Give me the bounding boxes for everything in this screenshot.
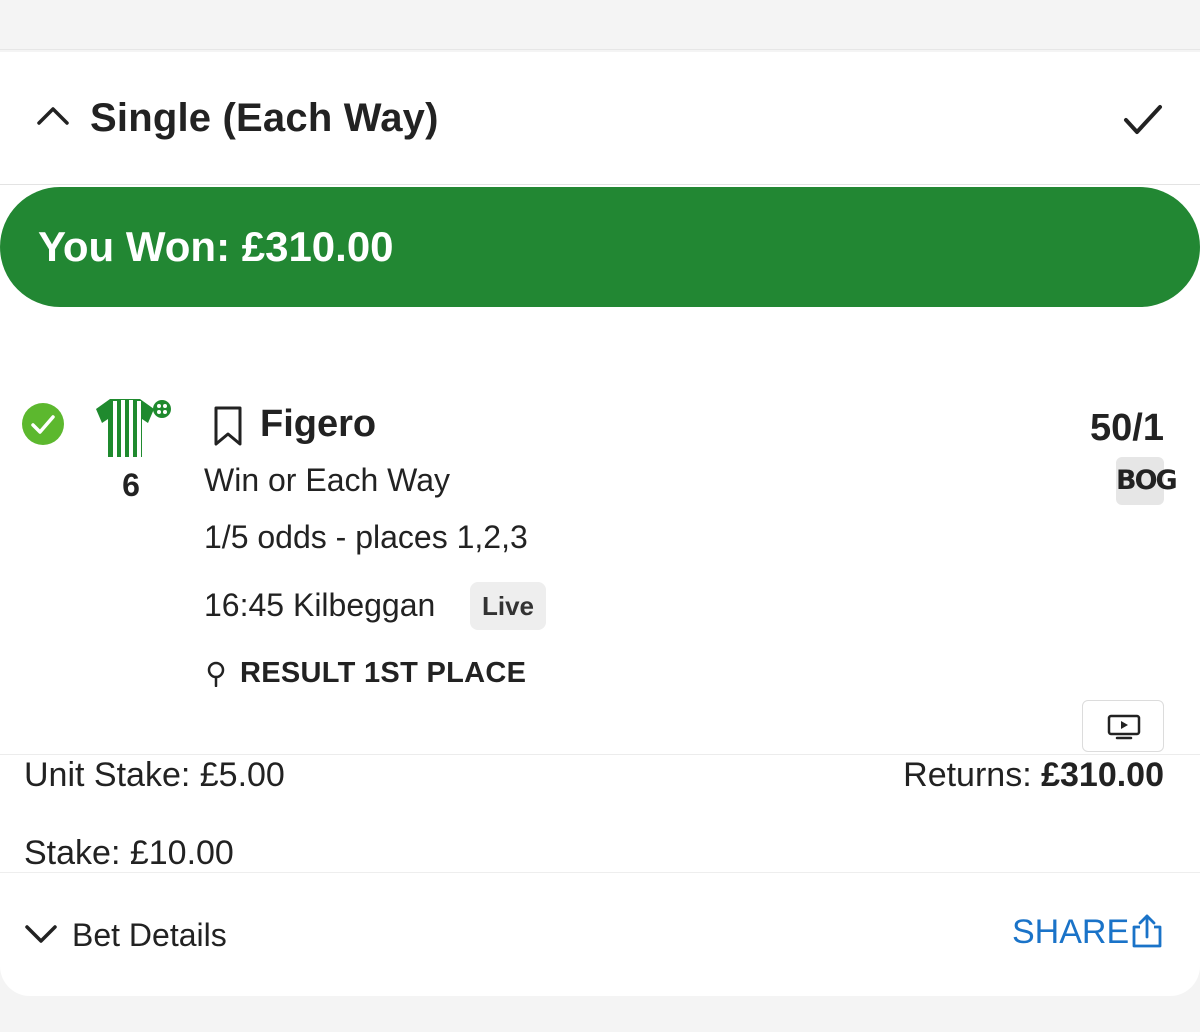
race-info: 16:45 Kilbeggan	[204, 587, 436, 623]
bet-type-title: Single (Each Way)	[90, 96, 439, 140]
horse-name: Figero	[260, 403, 377, 445]
tv-play-icon	[1107, 714, 1141, 740]
result-text: RESULT 1ST PLACE	[240, 657, 527, 689]
chevron-down-icon[interactable]	[24, 923, 58, 945]
runner-number: 6	[122, 467, 140, 503]
check-circle-icon	[22, 403, 64, 445]
won-banner: You Won: £310.00	[0, 187, 1200, 307]
market-name: Win or Each Way	[204, 462, 450, 498]
unit-stake: Unit Stake: £5.00	[24, 756, 285, 794]
bet-details-toggle[interactable]: Bet Details	[72, 917, 227, 954]
checkmark-icon	[1124, 105, 1162, 134]
odds-value: 50/1	[1090, 407, 1164, 449]
returns-value: £310.00	[1041, 756, 1164, 794]
top-strip	[0, 0, 1200, 50]
bet-header[interactable]: Single (Each Way)	[0, 52, 1200, 185]
selection-row: 6 Figero 50/1 BOG Win or Each Way 1/5 od…	[0, 307, 1200, 755]
bog-badge: BOG	[1116, 457, 1178, 505]
total-stake: Stake: £10.00	[24, 834, 234, 872]
bet-card: Single (Each Way) You Won: £310.00 6 Fig…	[0, 52, 1200, 996]
share-icon[interactable]	[1130, 913, 1164, 949]
bookmark-icon[interactable]	[210, 404, 246, 448]
chevron-up-icon[interactable]	[36, 104, 70, 126]
location-pin-icon	[207, 661, 225, 687]
jockey-silks-icon	[96, 399, 171, 457]
watch-live-button[interactable]	[1082, 700, 1164, 752]
share-button[interactable]: SHARE	[1012, 913, 1129, 952]
live-badge: Live	[470, 582, 546, 630]
each-way-terms: 1/5 odds - places 1,2,3	[204, 519, 528, 555]
bet-footer: Bet Details SHARE	[0, 872, 1200, 996]
returns: Returns: £310.00	[903, 756, 1164, 795]
returns-label: Returns:	[903, 756, 1032, 794]
